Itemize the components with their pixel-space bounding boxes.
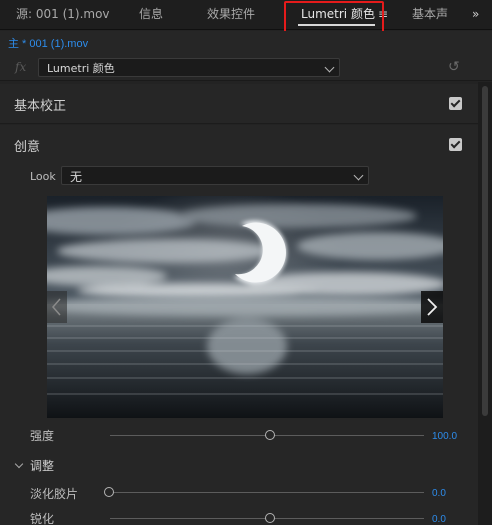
adjust-section-title[interactable]: 调整	[30, 457, 54, 474]
chevron-down-icon	[353, 170, 364, 181]
look-label: Look	[30, 170, 56, 183]
next-look-button[interactable]	[421, 291, 443, 323]
tab-essential-sound[interactable]: 基本声	[412, 0, 448, 30]
faded-film-track[interactable]	[110, 492, 424, 493]
section-title-creative: 创意	[14, 140, 41, 155]
section-basic-correction[interactable]: 基本校正	[0, 84, 478, 124]
more-tabs-icon[interactable]: »	[472, 0, 479, 30]
faded-film-thumb[interactable]	[104, 487, 114, 497]
tab-effect-controls[interactable]: 效果控件	[207, 0, 255, 30]
tab-info[interactable]: 信息	[139, 0, 163, 30]
scrollbar-thumb[interactable]	[482, 86, 488, 416]
section-title-basic: 基本校正	[14, 99, 67, 114]
look-preview-image	[47, 196, 443, 418]
intensity-thumb[interactable]	[265, 430, 275, 440]
panel-tab-bar: 源: 001 (1).mov 信息 效果控件 Lumetri 颜色 ≡ 基本声 …	[0, 0, 492, 30]
faded-film-value[interactable]: 0.0	[432, 488, 446, 499]
creative-enable-checkbox[interactable]	[449, 138, 462, 151]
look-dropdown[interactable]: 无	[61, 166, 369, 185]
sharpen-label: 锐化	[30, 512, 55, 525]
basic-enable-checkbox[interactable]	[449, 97, 462, 110]
chevron-down-icon	[324, 62, 335, 73]
effect-row: fx Lumetri 颜色 ↺	[0, 55, 492, 81]
reset-icon[interactable]: ↺	[448, 59, 460, 75]
sharpen-thumb[interactable]	[265, 513, 275, 523]
clip-row: 主 * 001 (1).mov	[0, 31, 492, 55]
previous-look-button[interactable]	[47, 291, 67, 323]
faded-film-label: 淡化胶片	[30, 487, 79, 501]
section-creative[interactable]: 创意	[0, 125, 478, 165]
effect-dropdown[interactable]: Lumetri 颜色	[38, 58, 340, 77]
effect-dropdown-value: Lumetri 颜色	[47, 62, 115, 75]
intensity-value[interactable]: 100.0	[432, 431, 457, 442]
tab-source[interactable]: 源: 001 (1).mov	[16, 0, 110, 30]
fx-icon[interactable]: fx	[15, 60, 26, 74]
clip-selector[interactable]: 主 * 001 (1).mov	[8, 35, 88, 51]
intensity-label: 强度	[30, 429, 55, 443]
look-dropdown-value: 无	[70, 170, 83, 184]
sharpen-value[interactable]: 0.0	[432, 514, 446, 525]
